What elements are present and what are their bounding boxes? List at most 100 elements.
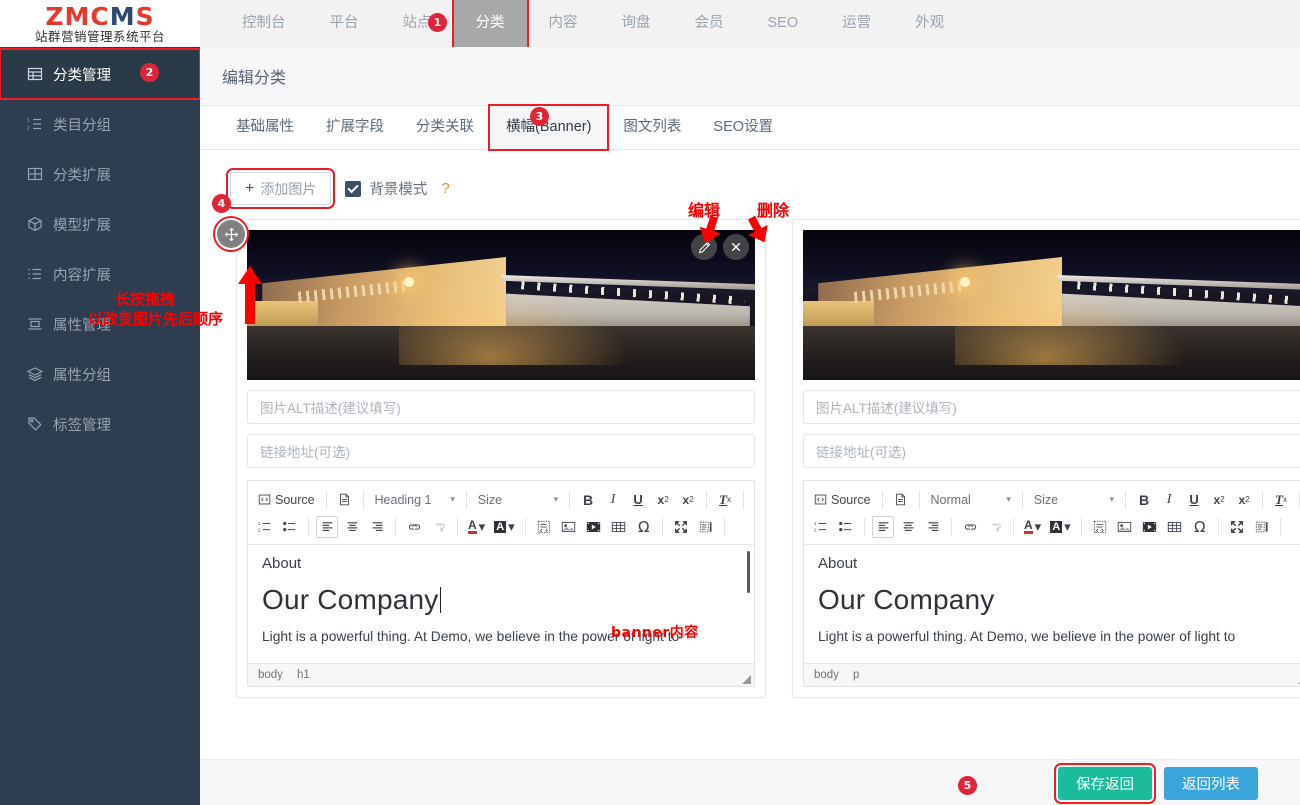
topnav-item-seo[interactable]: SEO xyxy=(746,0,821,47)
underline-button[interactable]: U xyxy=(627,489,649,511)
templates-icon[interactable] xyxy=(334,489,356,511)
brand-logo-area[interactable]: ZMCMS 站群营销管理系统平台 xyxy=(0,0,200,47)
element-path-current[interactable]: p xyxy=(853,669,859,681)
italic-button[interactable]: I xyxy=(1158,489,1180,511)
insert-table-button[interactable] xyxy=(608,516,630,538)
editor-content-area[interactable]: About Our Company Light is a powerful th… xyxy=(248,545,754,663)
numbered-list-button[interactable]: 12 xyxy=(254,516,276,538)
code-snippet-button[interactable] xyxy=(1089,516,1111,538)
return-to-list-button[interactable]: 返回列表 xyxy=(1164,766,1258,800)
font-size-select[interactable]: Size ▾ xyxy=(1030,489,1118,511)
code-snippet-button[interactable] xyxy=(533,516,555,538)
sidebar-item-model-extend[interactable]: 模型扩展 xyxy=(0,199,200,249)
annotation-badge-4: 4 xyxy=(212,194,231,213)
tab-banner[interactable]: 横幅(Banner) xyxy=(487,104,610,151)
element-path-body[interactable]: body xyxy=(258,669,283,681)
insert-video-button[interactable] xyxy=(1139,516,1161,538)
remove-format-button[interactable]: Tx xyxy=(714,489,736,511)
align-center-button[interactable] xyxy=(897,516,919,538)
element-path-body[interactable]: body xyxy=(814,669,839,681)
bold-button[interactable]: B xyxy=(1133,489,1155,511)
topnav-item-content[interactable]: 内容 xyxy=(527,0,600,47)
align-right-button[interactable] xyxy=(922,516,944,538)
sidebar-item-category-extend[interactable]: 分类扩展 xyxy=(0,149,200,199)
align-center-button[interactable] xyxy=(341,516,363,538)
tab-image-text-list[interactable]: 图文列表 xyxy=(607,106,697,149)
annotation-longpress-line2: 以改变图片先后顺序 xyxy=(88,310,224,328)
font-size-select[interactable]: Size ▾ xyxy=(474,489,562,511)
checkbox-checked-icon[interactable] xyxy=(345,180,362,197)
tab-category-relation[interactable]: 分类关联 xyxy=(400,106,490,149)
drag-handle-icon[interactable] xyxy=(213,216,249,252)
numbered-list-button[interactable]: 12 xyxy=(810,516,832,538)
paragraph-format-select[interactable]: Heading 1 ▾ xyxy=(371,489,459,511)
subscript-button[interactable]: x2 xyxy=(1208,489,1230,511)
special-character-button[interactable]: Ω xyxy=(633,516,655,538)
background-mode-toggle[interactable]: 背景模式 xyxy=(345,178,427,199)
special-character-button[interactable]: Ω xyxy=(1189,516,1211,538)
link-button[interactable] xyxy=(959,516,981,538)
topnav-item-operation[interactable]: 运营 xyxy=(820,0,893,47)
image-link-input[interactable]: 链接地址(可选) xyxy=(803,434,1300,468)
sidebar-item-category-manage[interactable]: 分类管理 xyxy=(0,48,201,100)
text-color-button[interactable]: A ▾ xyxy=(465,516,488,538)
rich-text-editor: Source Normal ▾ Size ▾ B I U x 2 x 2 T x… xyxy=(803,480,1300,687)
subscript-button[interactable]: x2 xyxy=(652,489,674,511)
insert-image-button[interactable] xyxy=(558,516,580,538)
align-left-button[interactable] xyxy=(872,515,894,538)
show-blocks-button[interactable] xyxy=(1251,516,1273,538)
maximize-button[interactable] xyxy=(1226,516,1248,538)
bulleted-list-button[interactable] xyxy=(279,516,301,538)
bold-button[interactable]: B xyxy=(577,489,599,511)
editor-scrollbar[interactable] xyxy=(747,551,750,593)
tab-basic-attributes[interactable]: 基础属性 xyxy=(220,106,310,149)
image-link-input[interactable]: 链接地址(可选) xyxy=(247,434,755,468)
add-image-button[interactable]: + 添加图片 xyxy=(225,168,336,209)
unlink-button[interactable] xyxy=(984,516,1006,538)
bulleted-list-button[interactable] xyxy=(835,516,857,538)
background-color-button[interactable]: A ▾ xyxy=(1047,516,1073,538)
insert-table-button[interactable] xyxy=(1164,516,1186,538)
topnav-item-category[interactable]: 分类 xyxy=(451,0,529,49)
tab-extended-fields[interactable]: 扩展字段 xyxy=(310,106,400,149)
maximize-button[interactable] xyxy=(670,516,692,538)
topnav-item-inquiry[interactable]: 询盘 xyxy=(600,0,673,47)
topnav-item-console[interactable]: 控制台 xyxy=(220,0,308,47)
editor-paragraph: Light is a powerful thing. At Demo, we b… xyxy=(818,629,1236,644)
image-alt-input[interactable]: 图片ALT描述(建议填写) xyxy=(803,390,1300,424)
insert-video-button[interactable] xyxy=(583,516,605,538)
sidebar-item-tag-manage[interactable]: 标签管理 xyxy=(0,399,200,449)
image-alt-input[interactable]: 图片ALT描述(建议填写) xyxy=(247,390,755,424)
align-left-button[interactable] xyxy=(316,515,338,538)
editor-toolbar-row-1: Source Normal ▾ Size ▾ B I U x 2 x 2 T x xyxy=(810,486,1300,513)
align-right-button[interactable] xyxy=(366,516,388,538)
topnav-item-appearance[interactable]: 外观 xyxy=(893,0,966,47)
paragraph-format-select[interactable]: Normal ▾ xyxy=(927,489,1015,511)
sidebar-item-label: 内容扩展 xyxy=(53,267,111,284)
show-blocks-button[interactable] xyxy=(695,516,717,538)
editor-content-area[interactable]: About Our Company Light is a powerful th… xyxy=(804,545,1300,663)
superscript-button[interactable]: x2 xyxy=(1233,489,1255,511)
templates-icon[interactable] xyxy=(890,489,912,511)
resize-grip-icon[interactable] xyxy=(742,675,751,684)
unlink-button[interactable] xyxy=(428,516,450,538)
source-button[interactable]: Source xyxy=(254,493,319,507)
superscript-button[interactable]: x2 xyxy=(677,489,699,511)
save-and-return-button[interactable]: 保存返回 xyxy=(1054,762,1156,804)
underline-button[interactable]: U xyxy=(1183,489,1205,511)
help-question-icon[interactable]: ? xyxy=(441,180,449,197)
background-color-button[interactable]: A ▾ xyxy=(491,516,517,538)
italic-button[interactable]: I xyxy=(602,489,624,511)
editor-toolbar-row-2: 12 A ▾ A ▾ Ω xyxy=(810,513,1300,540)
link-button[interactable] xyxy=(403,516,425,538)
source-button[interactable]: Source xyxy=(810,493,875,507)
text-color-button[interactable]: A ▾ xyxy=(1021,516,1044,538)
insert-image-button[interactable] xyxy=(1114,516,1136,538)
topnav-item-member[interactable]: 会员 xyxy=(673,0,746,47)
sidebar-item-attribute-group[interactable]: 属性分组 xyxy=(0,349,200,399)
remove-format-button[interactable]: Tx xyxy=(1270,489,1292,511)
tab-seo-settings[interactable]: SEO设置 xyxy=(697,106,789,149)
sidebar-item-category-group[interactable]: 1 2 类目分组 xyxy=(0,99,200,149)
topnav-item-platform[interactable]: 平台 xyxy=(308,0,381,47)
element-path-current[interactable]: h1 xyxy=(297,669,310,681)
